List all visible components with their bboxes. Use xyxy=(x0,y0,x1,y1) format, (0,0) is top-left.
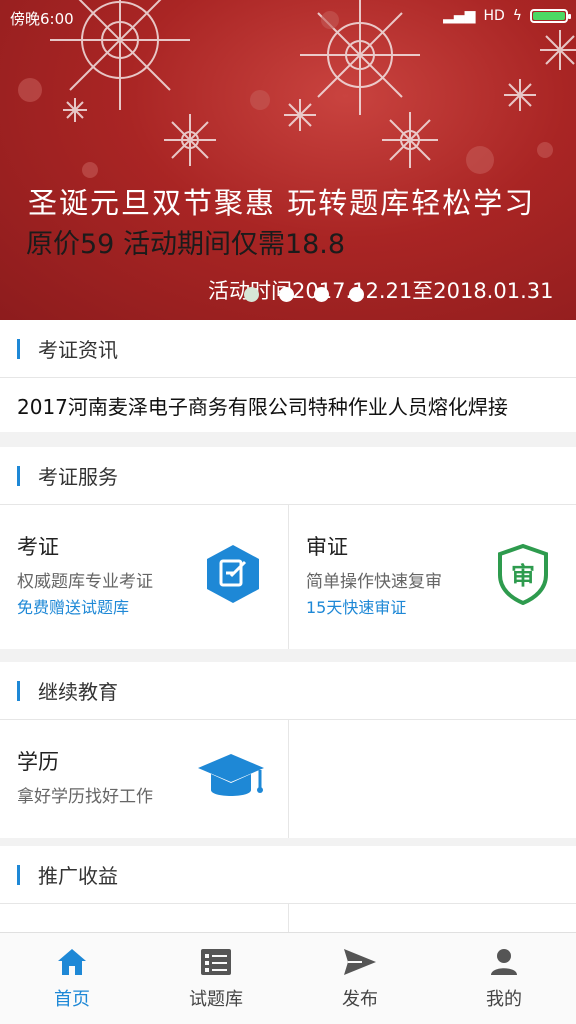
news-item[interactable]: 2017河南麦泽电子商务有限公司特种作业人员熔化焊接 xyxy=(0,378,576,432)
person-icon xyxy=(491,949,517,975)
send-icon xyxy=(344,949,376,975)
section-header: 考证服务 xyxy=(0,447,576,505)
education-card-empty xyxy=(288,720,576,838)
bottom-tab-bar: 首页 试题库 发布 我的 xyxy=(0,932,576,1024)
card-subtitle: 权威题库专业考证 xyxy=(17,572,153,592)
section-accent-bar xyxy=(17,864,20,885)
carousel-dot[interactable] xyxy=(349,287,364,302)
carousel-dot[interactable] xyxy=(244,287,259,302)
education-section: 继续教育 学历 拿好学历找好工作 xyxy=(0,662,576,838)
graduation-cap-icon xyxy=(198,754,264,796)
news-section: 考证资讯 2017河南麦泽电子商务有限公司特种作业人员熔化焊接 xyxy=(0,320,576,432)
status-bar: 傍晚6:00 ▂▄▆ HD ϟ xyxy=(0,0,576,34)
service-card-exam[interactable]: 考证 权威题库专业考证 免费赠送试题库 xyxy=(0,505,288,649)
tab-label: 首页 xyxy=(54,989,90,1010)
section-accent-bar xyxy=(17,465,20,486)
card-highlight: 免费赠送试题库 xyxy=(17,598,130,617)
card-title: 考证 xyxy=(17,535,59,559)
section-header: 推广收益 xyxy=(0,846,576,904)
tab-label: 试题库 xyxy=(189,989,243,1010)
tab-profile[interactable]: 我的 xyxy=(432,933,576,1024)
section-title: 继续教育 xyxy=(38,680,118,704)
network-label: HD xyxy=(483,8,505,24)
section-title: 推广收益 xyxy=(38,864,118,888)
section-accent-bar xyxy=(17,680,20,701)
tab-label: 我的 xyxy=(486,989,522,1010)
status-time: 傍晚6:00 xyxy=(10,10,74,28)
card-title: 学历 xyxy=(17,750,59,774)
tab-question-bank[interactable]: 试题库 xyxy=(144,933,288,1024)
snowflake-decoration xyxy=(18,0,576,178)
battery-icon xyxy=(530,9,571,23)
promo-banner[interactable]: 傍晚6:00 ▂▄▆ HD ϟ 圣诞元旦双节聚惠 玩转题库轻松学习 原价59 活… xyxy=(0,0,576,320)
tab-label: 发布 xyxy=(342,989,378,1010)
services-section: 考证服务 考证 权威题库专业考证 免费赠送试题库 审证 简单操作快速复审 15天… xyxy=(0,447,576,649)
charging-icon: ϟ xyxy=(512,8,522,24)
tab-home[interactable]: 首页 xyxy=(0,933,144,1024)
section-title: 考证资讯 xyxy=(38,338,118,362)
card-subtitle: 拿好学历找好工作 xyxy=(17,787,153,807)
banner-headline: 圣诞元旦双节聚惠 玩转题库轻松学习 xyxy=(28,186,536,220)
section-header: 继续教育 xyxy=(0,662,576,720)
education-card-degree[interactable]: 学历 拿好学历找好工作 xyxy=(0,720,288,838)
edit-hexagon-icon xyxy=(207,545,259,603)
carousel-indicator xyxy=(244,287,364,302)
svg-text:审: 审 xyxy=(511,562,535,590)
promotion-section: 推广收益 xyxy=(0,846,576,938)
signal-icon: ▂▄▆ xyxy=(443,8,476,24)
service-card-review[interactable]: 审证 简单操作快速复审 15天快速审证 审 xyxy=(288,505,576,649)
banner-price: 原价59 活动期间仅需18.8 xyxy=(26,229,346,260)
tab-publish[interactable]: 发布 xyxy=(288,933,432,1024)
section-title: 考证服务 xyxy=(38,465,118,489)
carousel-dot[interactable] xyxy=(279,287,294,302)
shield-review-icon: 审 xyxy=(498,543,548,605)
question-bank-icon xyxy=(201,949,231,975)
carousel-dot[interactable] xyxy=(314,287,329,302)
card-highlight: 15天快速审证 xyxy=(306,598,407,617)
card-title: 审证 xyxy=(306,535,348,559)
section-header: 考证资讯 xyxy=(0,320,576,378)
home-icon xyxy=(58,949,86,975)
section-accent-bar xyxy=(17,338,20,359)
card-subtitle: 简单操作快速复审 xyxy=(306,572,442,592)
